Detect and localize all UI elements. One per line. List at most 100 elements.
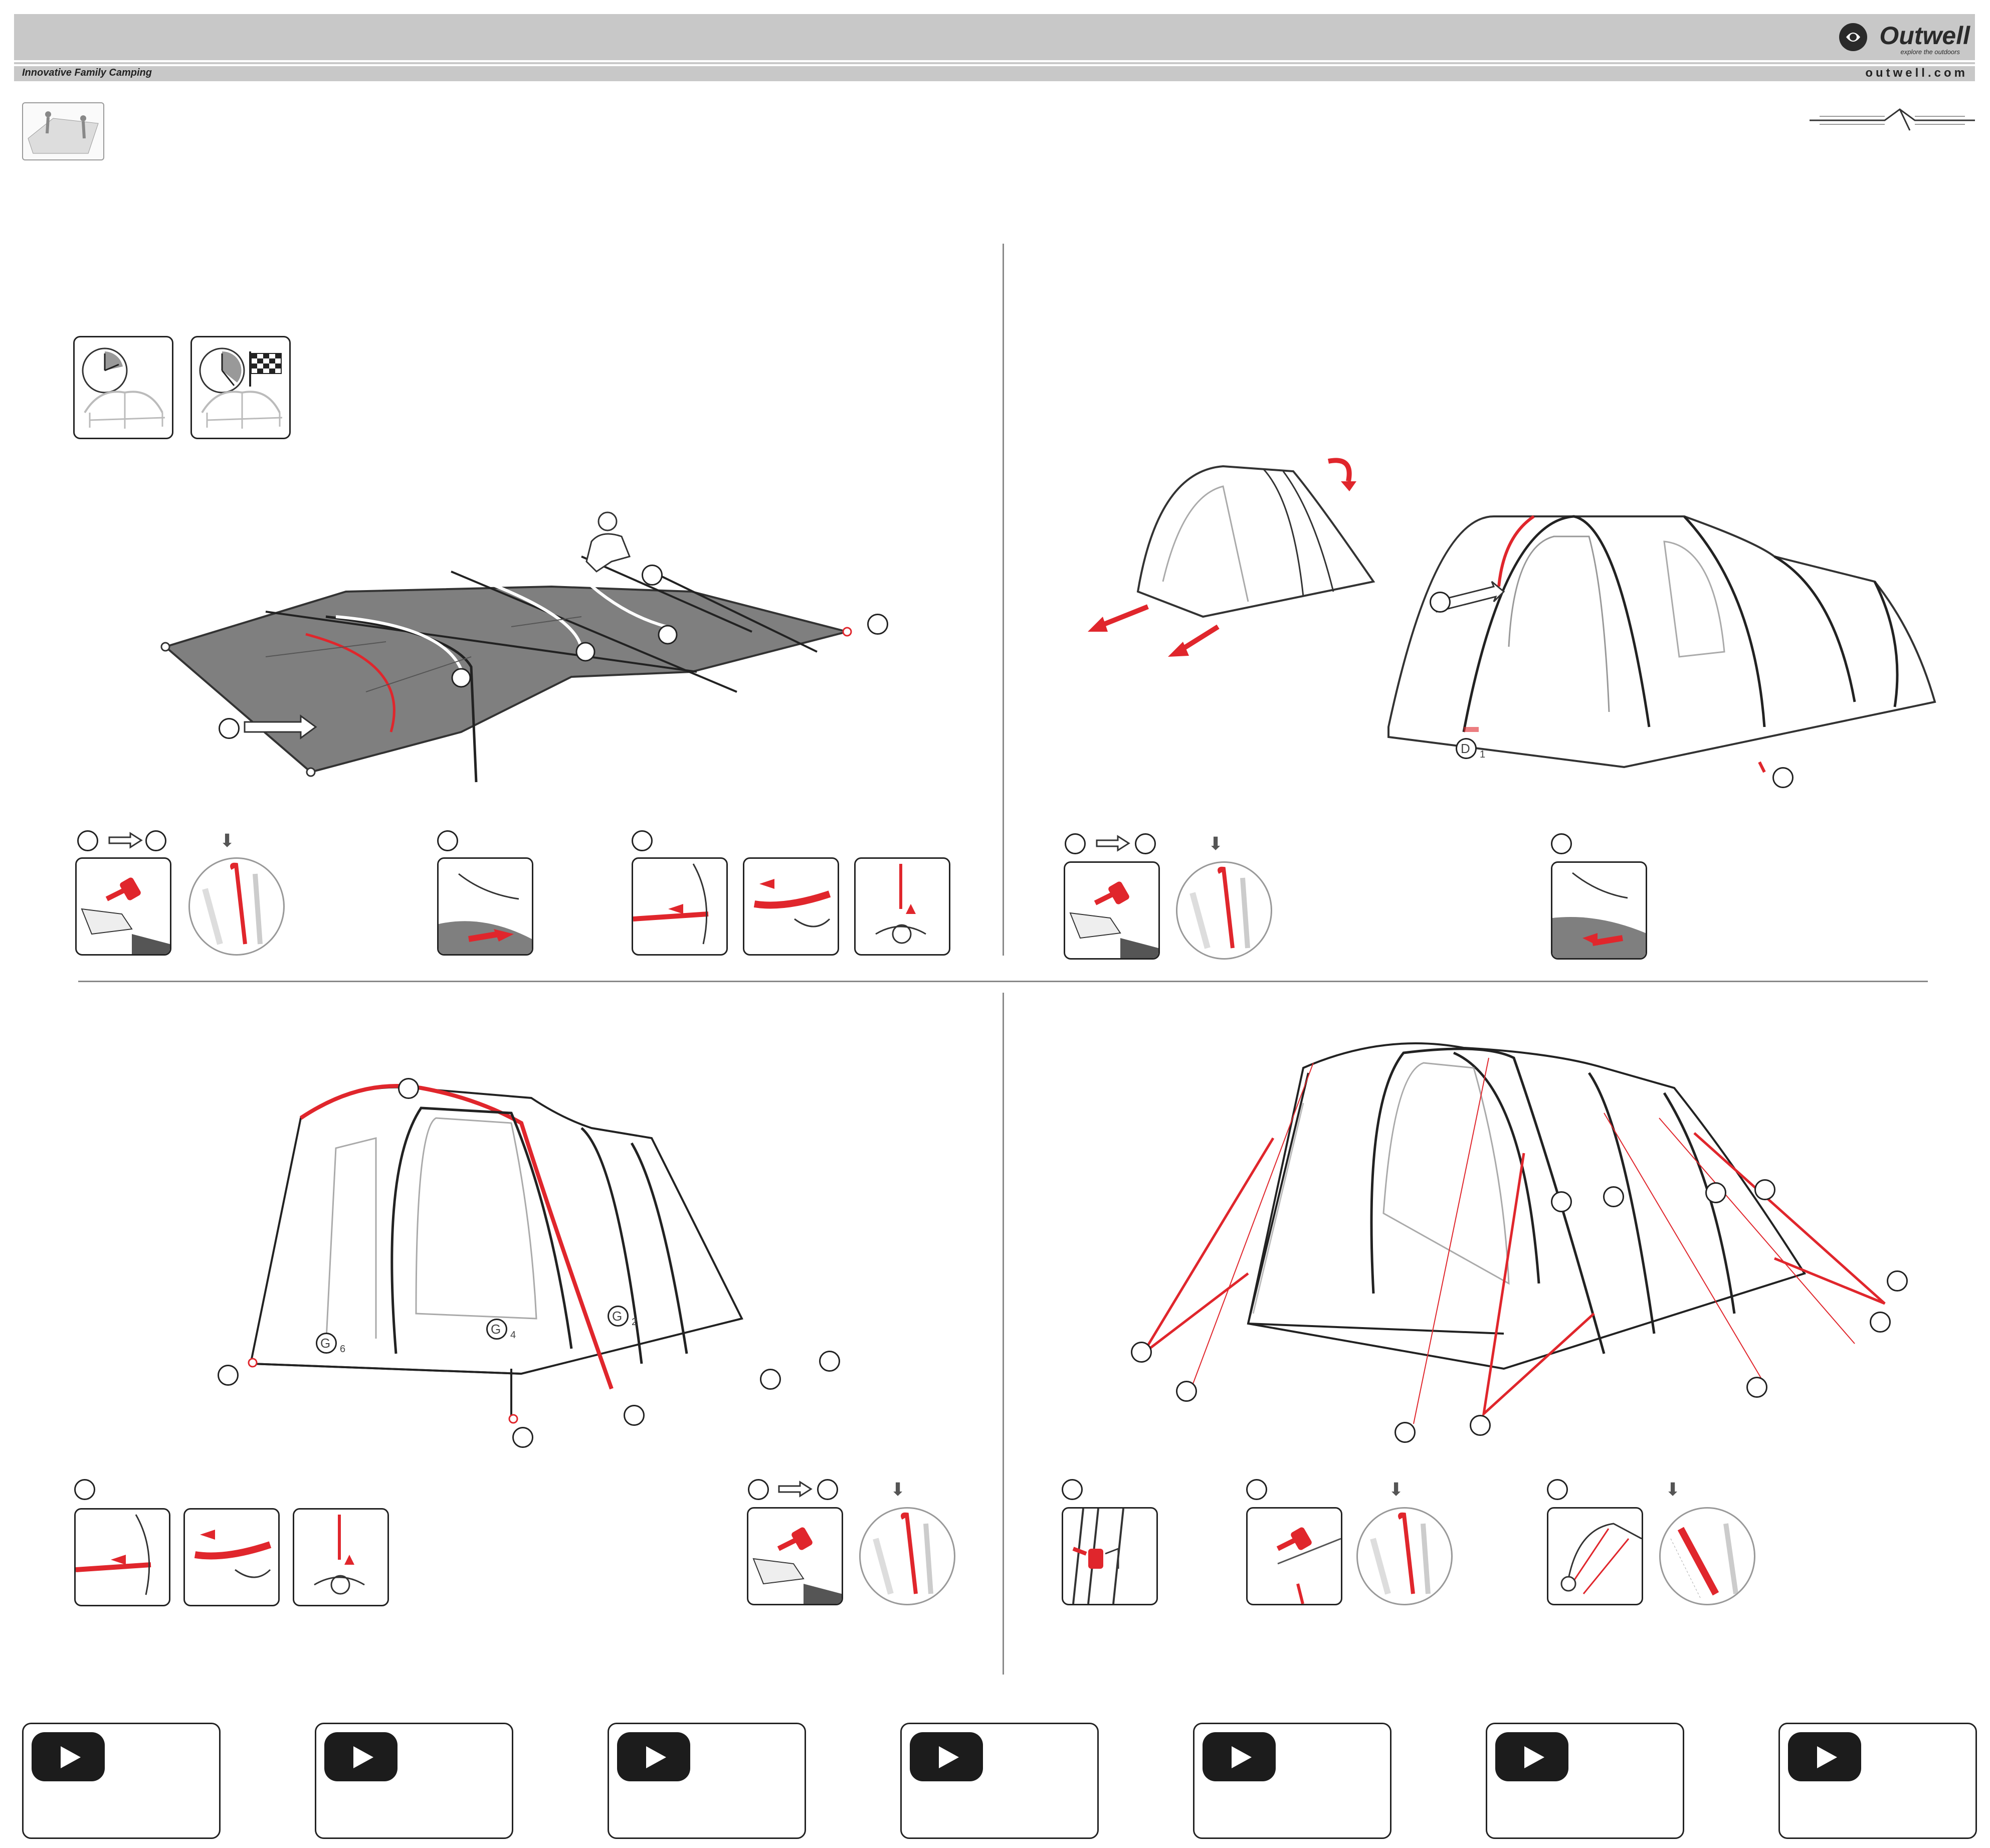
step-marker: [1131, 1342, 1152, 1363]
play-icon: [617, 1732, 690, 1781]
step-marker: [1470, 1415, 1491, 1436]
step-marker: [1246, 1479, 1267, 1500]
step-marker: [1705, 1182, 1726, 1203]
step-marker: [760, 1369, 781, 1390]
step-marker: [74, 1479, 95, 1500]
play-icon: [324, 1732, 397, 1781]
time-indicator-single: [73, 336, 173, 439]
play-icon: [1788, 1732, 1861, 1781]
detail-pole-insert-3: [854, 857, 950, 956]
overview-thumbnail: [22, 102, 104, 160]
video-button-7[interactable]: [1778, 1723, 1977, 1839]
detail-mallet-peg: [1246, 1507, 1342, 1605]
detail-pole-insert-2: [743, 857, 839, 956]
detail-pole-insert-1: [632, 857, 728, 956]
step-marker: [218, 1365, 239, 1386]
brand-subtitle: explore the outdoors: [1900, 48, 1960, 56]
detail-guy-line-clip: [1062, 1507, 1158, 1605]
inner-tent-pitching-illustration: [1088, 458, 1936, 773]
detail-mallet-peg: [1064, 861, 1160, 960]
arrow-down-icon: ⬇: [220, 830, 235, 851]
g6-subscript: 6: [340, 1344, 346, 1355]
step-marker: [1887, 1270, 1908, 1291]
step-marker: [1065, 833, 1086, 854]
step-marker: [1551, 833, 1572, 854]
video-button-3[interactable]: [608, 1723, 806, 1839]
header-divider: [14, 62, 1975, 64]
g4-letter: G: [491, 1322, 501, 1337]
guy-lines-illustration: [1141, 1042, 1886, 1424]
column-divider-top: [1003, 244, 1004, 956]
step-marker: [632, 830, 653, 851]
video-button-4[interactable]: [900, 1723, 1099, 1839]
d1-letter: D: [1461, 741, 1470, 756]
step-marker: [512, 1427, 533, 1448]
step-marker: [1547, 1479, 1568, 1500]
arrow-down-icon: ⬇: [1388, 1479, 1404, 1500]
step-marker: [1772, 767, 1794, 788]
time-indicator-finish: [190, 336, 291, 439]
step-marker: [1603, 1186, 1624, 1207]
peg-detail-lens: [859, 1507, 955, 1605]
detail-pole-insert-2: [183, 1508, 280, 1606]
g4-subscript: 4: [510, 1330, 516, 1341]
g2-subscript: 2: [632, 1317, 638, 1328]
step-marker: [145, 830, 166, 851]
step-marker: [77, 830, 98, 851]
column-divider-bottom: [1003, 993, 1004, 1675]
groundsheet-illustration: [160, 511, 852, 783]
detail-tension-guy-lines: [1547, 1507, 1643, 1605]
swoosh-logo-icon: [1810, 108, 1975, 131]
step-marker-d1: D 1: [1456, 738, 1485, 760]
arrow-right-icon: [108, 832, 143, 849]
play-icon: [32, 1732, 105, 1781]
detail-pole-insert-1: [74, 1508, 170, 1606]
step-marker: [819, 1351, 840, 1372]
step-marker: [1176, 1381, 1197, 1402]
step-marker: [1754, 1179, 1775, 1200]
brand-tagline-left: Innovative Family Camping: [22, 67, 152, 78]
video-button-2[interactable]: [315, 1723, 513, 1839]
detail-mallet-peg: [747, 1507, 843, 1605]
play-icon: [1203, 1732, 1276, 1781]
arrow-down-icon: ⬇: [890, 1479, 906, 1500]
play-icon: [910, 1732, 983, 1781]
detail-pole-insert-3: [293, 1508, 389, 1606]
detail-groundsheet-corner: [437, 857, 533, 956]
step-marker: [1746, 1377, 1767, 1398]
peg-angle-lens: [1659, 1507, 1755, 1605]
step-marker: [1430, 592, 1451, 613]
peg-detail-lens: [1176, 861, 1272, 960]
brand-name: Outwell: [1879, 22, 1970, 50]
step-marker: [1062, 1479, 1083, 1500]
website-link[interactable]: outwell.com: [1865, 66, 1968, 80]
arrow-right-icon: [1096, 835, 1130, 852]
video-button-6[interactable]: [1486, 1723, 1684, 1839]
step-marker: [398, 1078, 419, 1099]
step-marker-g6: G 6: [316, 1333, 345, 1355]
video-button-5[interactable]: [1193, 1723, 1391, 1839]
step-marker: [817, 1479, 838, 1500]
step-marker: [1870, 1312, 1891, 1333]
step-marker: [867, 614, 888, 635]
step-marker: [1135, 833, 1156, 854]
row-divider: [78, 981, 1928, 982]
subheader-bar: [14, 66, 1975, 81]
arrow-down-icon: ⬇: [1208, 833, 1224, 854]
g6-letter: G: [320, 1336, 331, 1351]
step-marker-g4: G 4: [486, 1319, 516, 1341]
step-marker: [624, 1405, 645, 1426]
peg-detail-lens: [1356, 1507, 1453, 1605]
step-marker: [642, 565, 663, 586]
detail-mallet-peg: [75, 857, 171, 956]
video-button-1[interactable]: [22, 1723, 221, 1839]
step-marker-g2: G 2: [608, 1306, 637, 1328]
step-marker: [437, 830, 458, 851]
arrow-right-icon: [778, 1481, 813, 1498]
play-icon: [1495, 1732, 1568, 1781]
peg-detail-lens: [188, 857, 285, 956]
outwell-logo-icon: [1839, 23, 1867, 51]
step-marker: [748, 1479, 769, 1500]
step-marker: [219, 718, 240, 739]
detail-inner-tent-corner: [1551, 861, 1647, 960]
